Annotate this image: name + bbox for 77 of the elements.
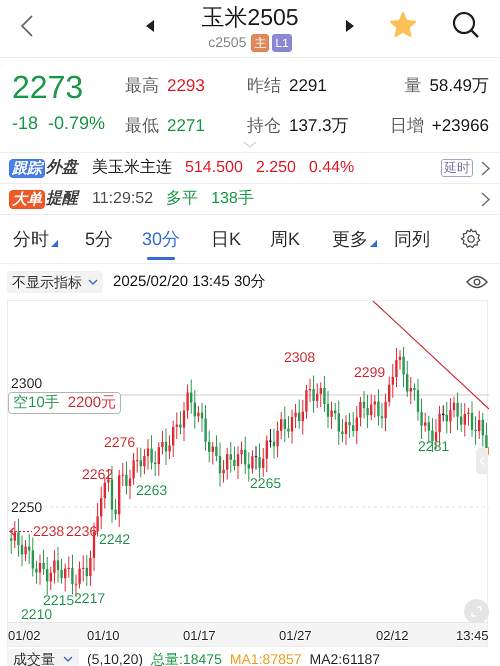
stat-label: 昨结: [247, 74, 281, 97]
volume-dropdown[interactable]: 成交量: [7, 649, 79, 666]
chart-tab[interactable]: 日K: [211, 214, 270, 264]
chart-tab[interactable]: 30分: [142, 214, 211, 264]
date-label: 01/10: [87, 627, 120, 645]
stock-title: 玉米2505: [201, 3, 299, 32]
stat-label: 最低: [125, 115, 159, 138]
alert-text: 美玉米主连: [92, 158, 172, 178]
date-label: 01/17: [183, 627, 216, 645]
star-icon[interactable]: [389, 11, 417, 39]
dashed-arrow-icon: [9, 527, 32, 536]
price-change: -18: [12, 112, 38, 135]
date-label: 01/27: [279, 627, 312, 645]
chevron-right-icon[interactable]: [481, 160, 490, 176]
tag-badge: 主: [251, 34, 270, 52]
alert-text: 514.500: [185, 158, 243, 178]
axis-label: 2250: [11, 499, 42, 515]
price-label: 2299: [354, 364, 386, 380]
price-label: 2215: [43, 592, 74, 608]
previous-icon[interactable]: [146, 20, 154, 32]
chart-tab[interactable]: 更多: [332, 214, 394, 264]
alert-text: 0.44%: [308, 158, 354, 178]
position-side: 空10手: [13, 392, 60, 413]
price-label: 2217: [74, 590, 106, 606]
date-label: 01/02: [8, 627, 41, 645]
stat-value: 137.3万: [289, 115, 349, 138]
chart-tab[interactable]: 同列: [394, 214, 446, 264]
alert-text: 多平: [166, 189, 198, 209]
alert-text: 11:29:52: [92, 189, 154, 209]
stat-value: 2293: [167, 74, 205, 97]
alert-text: 2.250: [256, 158, 296, 178]
stat-label: 日增: [390, 115, 424, 138]
last-price: 2273: [12, 68, 84, 106]
stat-label: 持仓: [247, 115, 281, 138]
eye-icon[interactable]: [466, 275, 488, 289]
settings-icon[interactable]: [460, 228, 482, 250]
date-label: 13:45: [456, 627, 489, 645]
alert-text: 138手: [211, 188, 254, 209]
caret-icon: [63, 656, 73, 662]
volume-stat: MA2:61187: [309, 650, 380, 666]
price-label: 2263: [136, 482, 168, 498]
chevron-right-icon[interactable]: [481, 192, 490, 206]
search-icon[interactable]: [452, 11, 480, 39]
stat-label: 最高: [125, 74, 159, 97]
axis-label: 2300: [11, 375, 42, 391]
alert-source: 外盘: [46, 158, 78, 178]
percent-change: -0.79%: [48, 112, 106, 135]
tag-badge: L1: [272, 34, 292, 52]
price-label: 2242: [99, 531, 130, 547]
stat-value: 2291: [289, 74, 327, 97]
chart-tab[interactable]: 5分: [85, 214, 142, 264]
stat-value: 58.49万: [429, 74, 489, 97]
next-icon[interactable]: [346, 20, 354, 32]
back-icon[interactable]: [20, 14, 34, 38]
caret-icon: [88, 279, 98, 285]
position-price: 2200元: [68, 392, 116, 413]
stat-value: +23966: [432, 115, 489, 138]
volume-stat: 总量:18475: [151, 650, 222, 666]
date-label: 02/12: [376, 627, 409, 645]
alert-tag: 跟踪: [9, 158, 45, 178]
chart-timestamp: 2025/02/20 13:45 30分: [113, 272, 266, 292]
stat-value: 2271: [167, 115, 205, 138]
chart-tab[interactable]: 周K: [270, 214, 332, 264]
expand-icon: [471, 606, 482, 617]
indicator-dropdown[interactable]: 不显示指标: [7, 271, 103, 293]
price-label: 2210: [21, 606, 52, 622]
stat-label: 量: [404, 74, 422, 97]
chart-tab[interactable]: 分时: [13, 214, 85, 264]
price-label: 2238: [33, 523, 64, 539]
contract-code: c2505: [208, 33, 246, 52]
price-label: 2265: [250, 475, 282, 491]
alert-tag: 大单: [9, 190, 45, 208]
alert-source: 提醒: [46, 188, 78, 209]
volume-stat: MA1:87857: [230, 650, 302, 666]
delay-badge: 延时: [441, 159, 473, 177]
price-label: 2308: [284, 349, 316, 365]
price-label: 2276: [104, 434, 136, 450]
